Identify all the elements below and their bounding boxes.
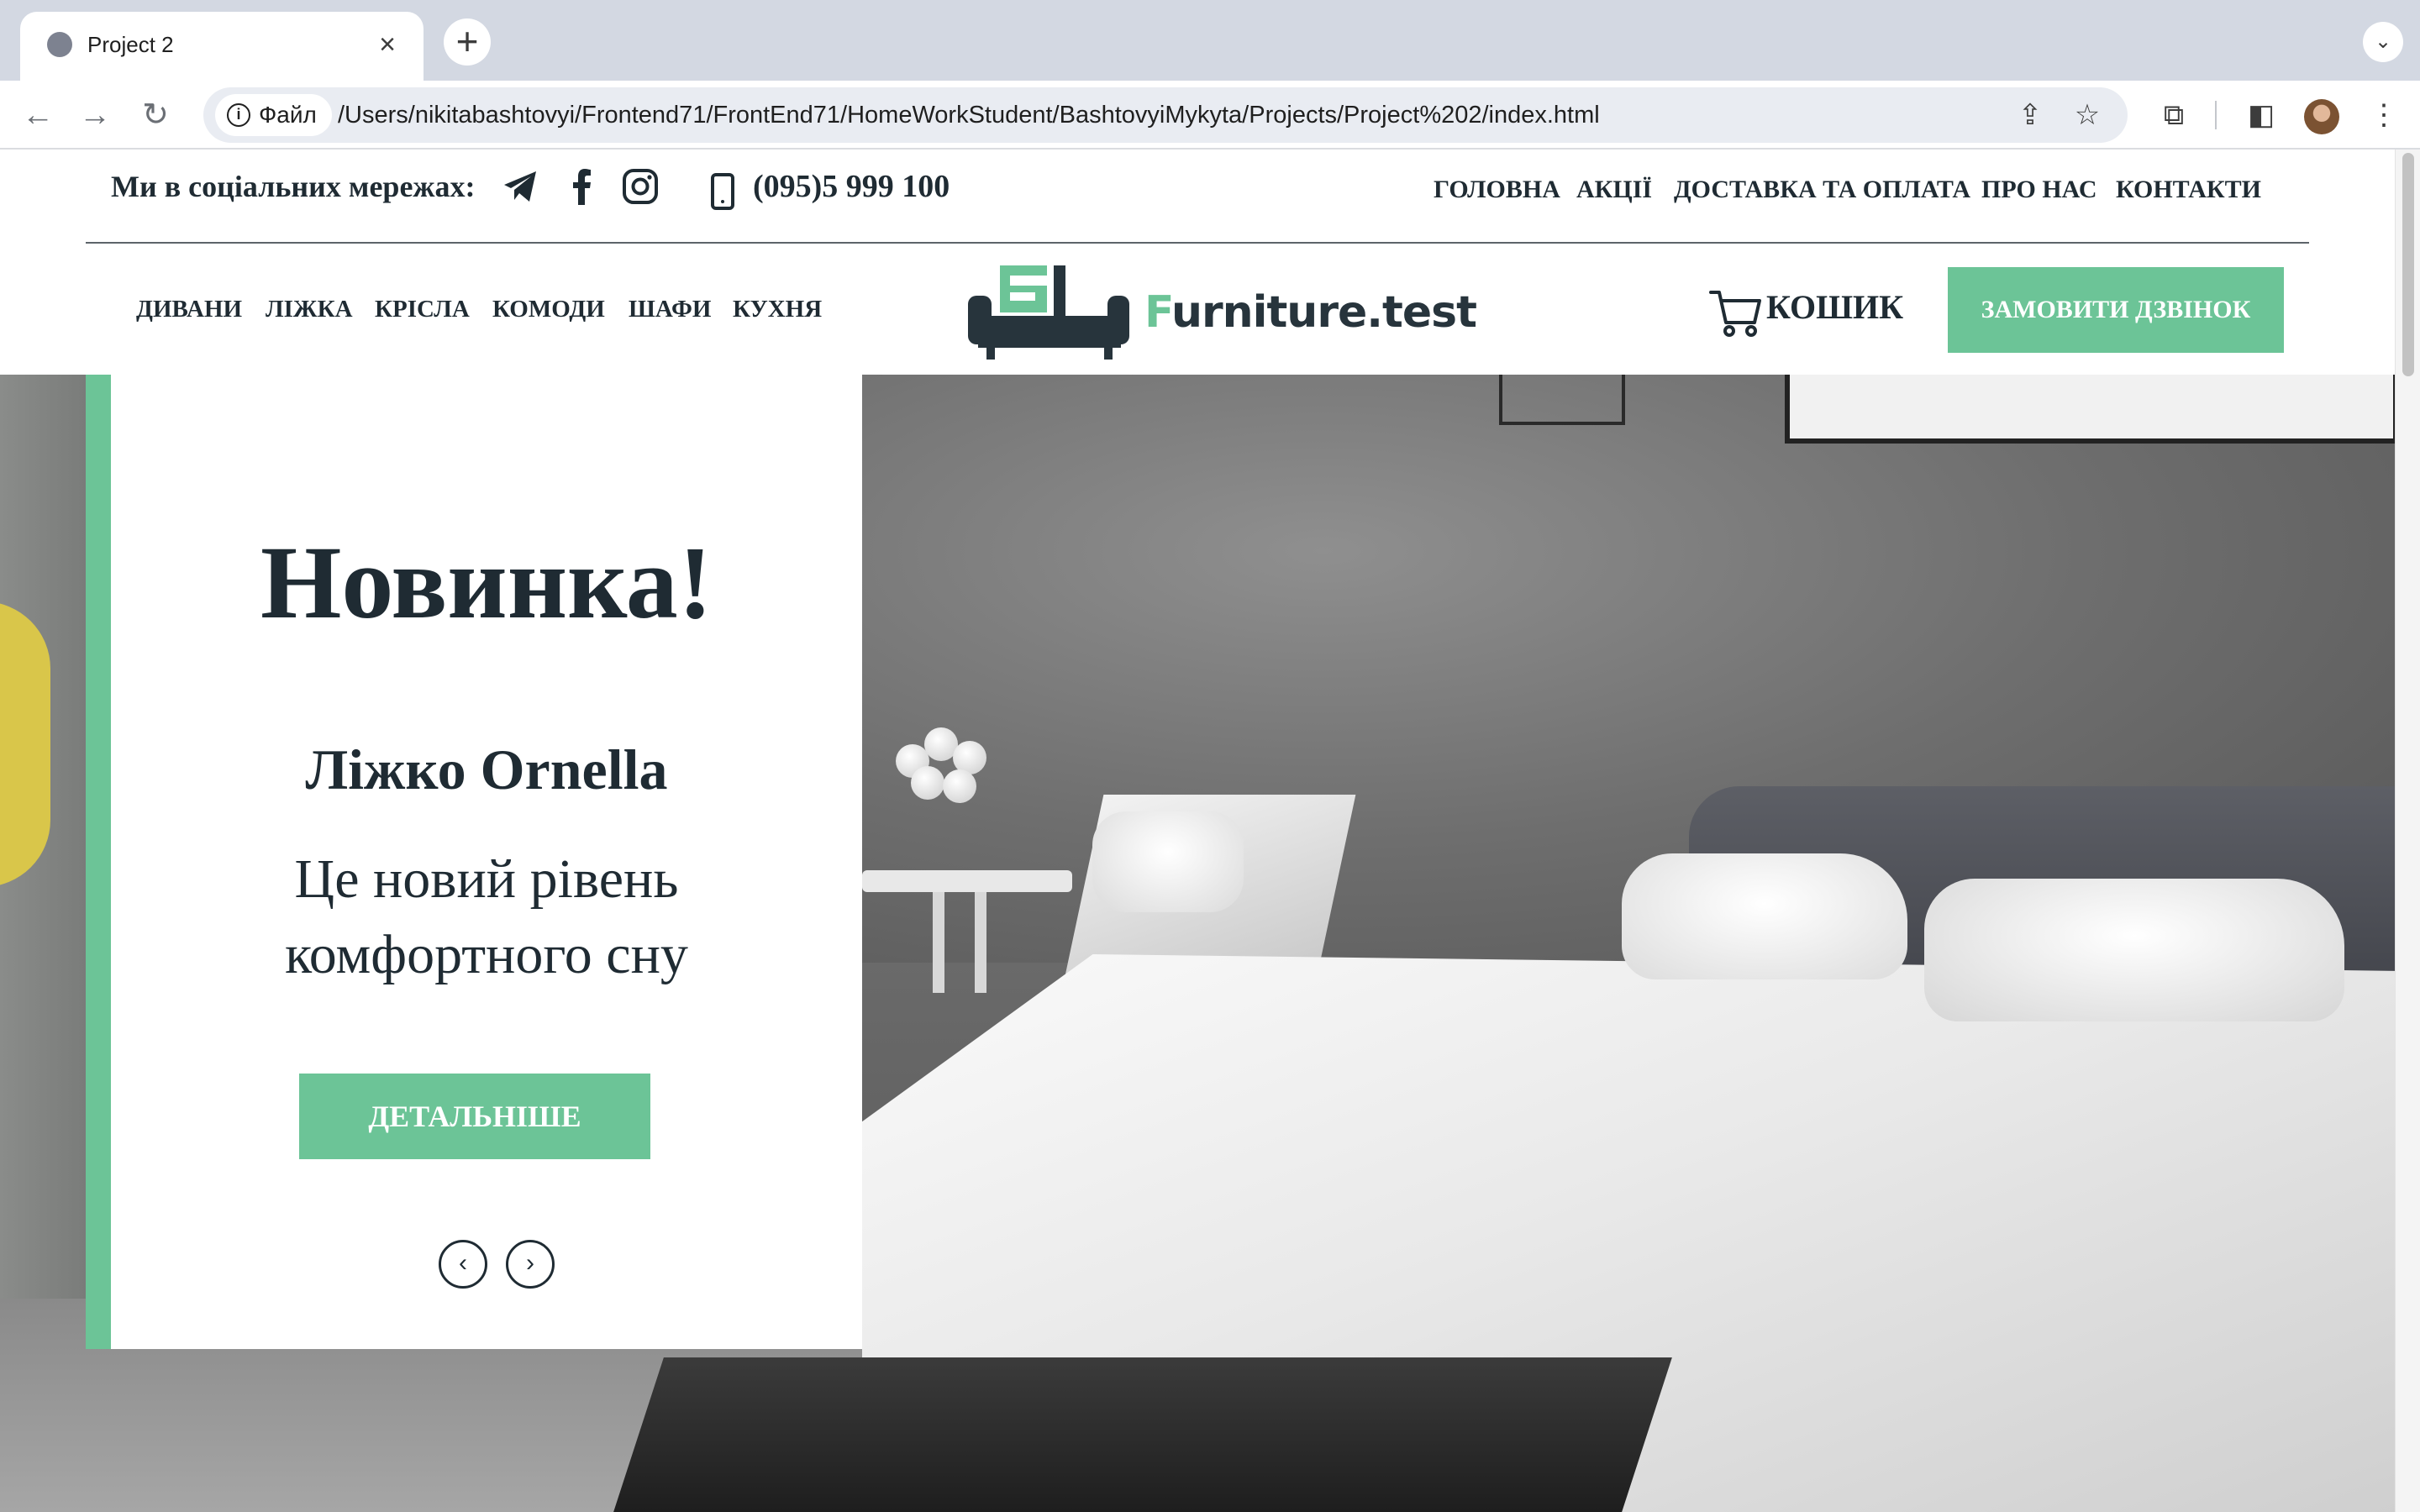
profile-avatar[interactable]: [2304, 99, 2339, 134]
tab-title: Project 2: [87, 32, 174, 57]
tab-search-button[interactable]: ⌄: [2363, 22, 2403, 62]
hero-image-chair: [0, 601, 50, 887]
phone-icon: [711, 173, 734, 210]
side-panel-icon[interactable]: ◧: [2240, 94, 2282, 136]
facebook-icon[interactable]: [561, 166, 602, 207]
share-icon[interactable]: ⇪: [2010, 95, 2050, 135]
hero-product-name: Ліжко Ornella: [305, 738, 668, 801]
hero-slider: Новинка! Ліжко Ornella Це новий рівень к…: [0, 375, 2395, 1512]
logo-accent-letter: F: [1144, 287, 1172, 338]
tab-close-icon[interactable]: ×: [371, 29, 403, 60]
hero-image-pillow: [1622, 853, 1907, 979]
logo-rest: urniture.test: [1171, 287, 1477, 338]
order-call-button[interactable]: ЗАМОВИТИ ДЗВІНОК: [1948, 267, 2284, 353]
slider-prev-icon[interactable]: ‹: [439, 1240, 487, 1289]
hero-description: Це новий рівень комфортного сну: [285, 848, 688, 985]
menu-kebab-icon[interactable]: ⋮: [2363, 94, 2405, 136]
category-beds[interactable]: ЛІЖКА: [266, 292, 353, 326]
top-nav-about[interactable]: ПРО НАС: [1981, 170, 2097, 210]
cart-icon[interactable]: [1709, 286, 1763, 339]
category-sofas[interactable]: ДИВАНИ: [136, 292, 242, 326]
category-armchairs[interactable]: КРІСЛА: [375, 292, 470, 326]
hero-card: Новинка! Ліжко Ornella Це новий рівень к…: [86, 375, 862, 1349]
address-bar[interactable]: i Файл /Users/nikitabashtovyi/Frontend71…: [203, 87, 2128, 143]
hero-image-bed-frame: [613, 1357, 1672, 1512]
category-wardrobes[interactable]: ШАФИ: [629, 292, 711, 326]
hero-image-frame: [1785, 375, 2395, 444]
reload-icon[interactable]: ↻: [134, 94, 176, 136]
browser-toolbar: ← → ↻ i Файл /Users/nikitabashtovyi/Fron…: [0, 81, 2420, 150]
logo-text[interactable]: Furniture.test: [1144, 286, 1477, 339]
cart-link[interactable]: КОШИК: [1766, 287, 1903, 328]
header-divider: [86, 242, 2309, 244]
phone-number[interactable]: (095)5 999 100: [753, 166, 950, 207]
top-nav-contacts[interactable]: КОНТАКТИ: [2116, 170, 2261, 210]
top-nav-home[interactable]: ГОЛОВНА: [1434, 170, 1560, 210]
site-chip-label: Файл: [259, 102, 317, 128]
top-nav-promotions[interactable]: АКЦІЇ: [1576, 170, 1652, 210]
instagram-icon[interactable]: [620, 166, 660, 207]
scrollbar-thumb[interactable]: [2402, 153, 2414, 376]
hero-image-table-leg: [975, 892, 986, 993]
bookmark-star-icon[interactable]: ☆: [2067, 95, 2107, 135]
browser-tab[interactable]: Project 2 ×: [20, 12, 424, 81]
details-button[interactable]: ДЕТАЛЬНІШЕ: [299, 1074, 650, 1159]
forward-icon[interactable]: →: [74, 94, 116, 136]
slider-next-icon[interactable]: ›: [506, 1240, 555, 1289]
logo-sofa-icon[interactable]: [968, 262, 1129, 363]
info-icon: i: [227, 103, 250, 127]
url-text[interactable]: /Users/nikitabashtovyi/Frontend71/FrontE…: [338, 87, 1600, 143]
category-dressers[interactable]: КОМОДИ: [492, 292, 605, 326]
page-scrollbar[interactable]: [2395, 150, 2420, 1512]
hero-image-lamp: [1499, 375, 1625, 425]
hero-image-side-table: [862, 870, 1072, 892]
globe-icon: [47, 32, 72, 57]
top-nav-delivery[interactable]: ДОСТАВКА ТА ОПЛАТА: [1674, 170, 1970, 210]
hero-image-flower: [943, 769, 976, 803]
extensions-icon[interactable]: ⧉: [2153, 94, 2195, 136]
hero-image-pillow: [1924, 879, 2344, 1021]
hero-title: Новинка!: [260, 525, 713, 640]
social-label: Ми в соціальних мережах:: [111, 170, 476, 203]
category-kitchen[interactable]: КУХНЯ: [733, 292, 822, 326]
telegram-icon[interactable]: [501, 166, 541, 207]
hero-image-pillow: [1092, 811, 1244, 912]
hero-image-flower: [911, 766, 944, 800]
toolbar-divider: [2215, 101, 2217, 129]
page-viewport: Ми в соціальних мережах: (095)5 999 100 …: [0, 150, 2420, 1512]
new-tab-button[interactable]: +: [444, 18, 491, 66]
hero-image-table-leg: [933, 892, 944, 993]
site-info-chip[interactable]: i Файл: [215, 94, 332, 136]
back-icon[interactable]: ←: [17, 94, 59, 136]
browser-tab-strip: Project 2 × + ⌄: [0, 0, 2420, 81]
hero-image-vase: [896, 727, 988, 870]
